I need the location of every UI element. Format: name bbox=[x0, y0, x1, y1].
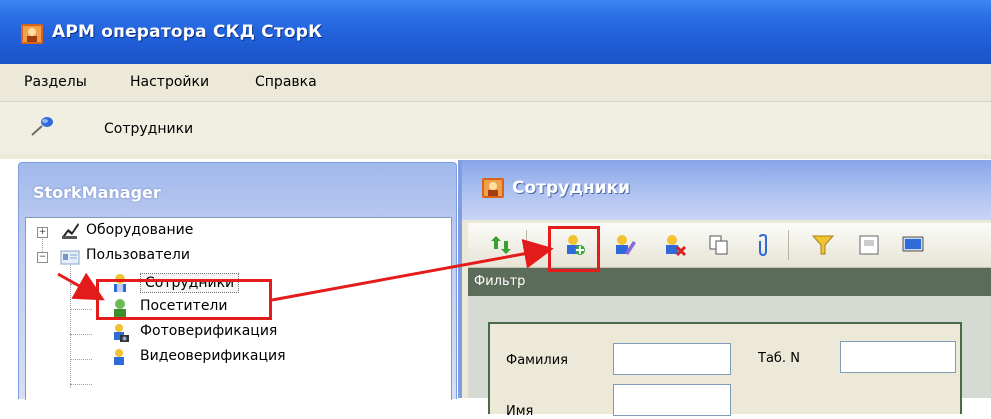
arrow-to-employees bbox=[57, 272, 105, 301]
annotation-arrows bbox=[57, 239, 554, 302]
arrow-to-add-button bbox=[271, 239, 554, 302]
name-label: Имя bbox=[506, 404, 534, 419]
